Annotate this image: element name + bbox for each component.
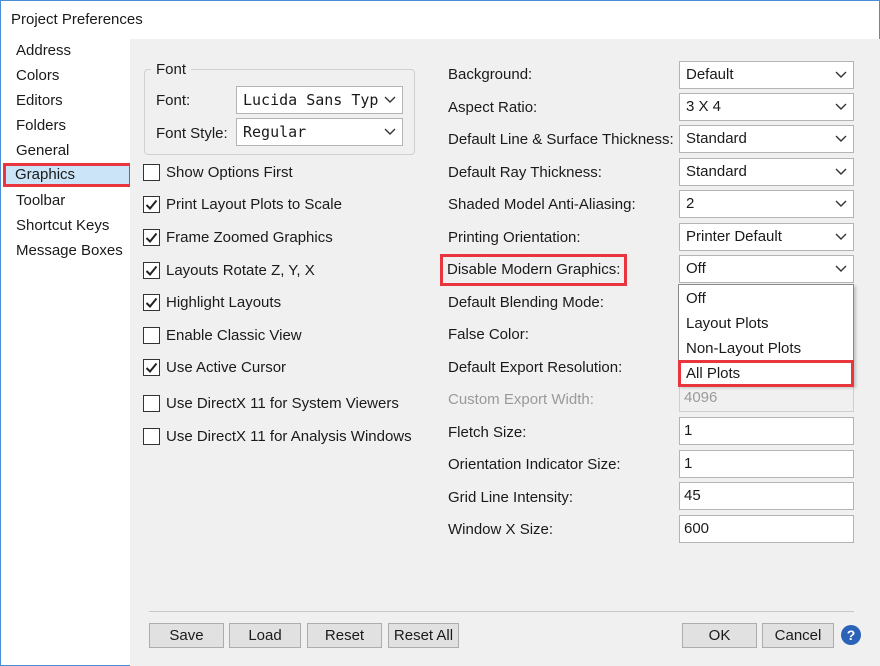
font-label: Font:	[156, 92, 191, 109]
chevron-down-icon	[835, 256, 847, 282]
printing-orientation-label: Printing Orientation:	[448, 229, 581, 246]
divider	[149, 611, 854, 612]
reset-all-button[interactable]: Reset All	[388, 623, 459, 648]
chevron-down-icon	[835, 62, 847, 88]
orientation-indicator-label: Orientation Indicator Size:	[448, 456, 621, 473]
reset-button[interactable]: Reset	[307, 623, 382, 648]
checkmark-icon	[145, 362, 158, 373]
chevron-down-icon	[384, 119, 396, 145]
anti-aliasing-label: Shaded Model Anti-Aliasing:	[448, 196, 636, 213]
sidebar-item-message-boxes[interactable]: Message Boxes	[1, 239, 131, 263]
checkbox-label: Use DirectX 11 for System Viewers	[166, 395, 399, 412]
checkbox-label: Print Layout Plots to Scale	[166, 196, 342, 213]
ray-thickness-select-value: Standard	[686, 163, 747, 180]
font-style-select[interactable]: Regular	[236, 118, 403, 146]
fletch-size-label: Fletch Size:	[448, 424, 527, 441]
chevron-down-icon	[835, 224, 847, 250]
checkbox-label: Highlight Layouts	[166, 294, 282, 311]
sidebar-item-general[interactable]: General	[1, 139, 131, 163]
checkbox-use-active-cursor[interactable]	[143, 359, 160, 376]
custom-export-width-input: 4096	[679, 384, 854, 412]
chevron-down-icon	[835, 126, 847, 152]
window-x-size-input[interactable]: 600	[679, 515, 854, 543]
chevron-down-icon	[835, 94, 847, 120]
disable-modern-graphics-select-value: Off	[686, 260, 706, 277]
help-icon[interactable]: ?	[841, 625, 861, 645]
grid-intensity-label: Grid Line Intensity:	[448, 489, 574, 506]
checkbox-layouts-rotate-zyx[interactable]	[143, 262, 160, 279]
aspect-ratio-select-value: 3 X 4	[686, 98, 722, 115]
orientation-indicator-input[interactable]: 1	[679, 450, 854, 478]
custom-export-width-label: Custom Export Width:	[448, 391, 594, 408]
fletch-size-input[interactable]: 1	[679, 417, 854, 445]
chevron-down-icon	[835, 191, 847, 217]
line-thickness-label: Default Line & Surface Thickness:	[448, 131, 674, 148]
ok-button[interactable]: OK	[682, 623, 757, 648]
font-style-label: Font Style:	[156, 125, 228, 142]
cancel-button[interactable]: Cancel	[762, 623, 834, 648]
checkbox-frame-zoomed-graphics[interactable]	[143, 229, 160, 246]
line-thickness-select-value: Standard	[686, 130, 747, 147]
checkbox-label: Frame Zoomed Graphics	[166, 229, 333, 246]
dropdown-option-off[interactable]: Off	[679, 286, 853, 311]
anti-aliasing-select[interactable]: 2	[679, 190, 854, 218]
background-label: Background:	[448, 66, 533, 83]
sidebar-item-address[interactable]: Address	[1, 39, 131, 63]
font-select[interactable]: Lucida Sans Typewriter	[236, 86, 403, 114]
checkbox-label: Use Active Cursor	[166, 359, 287, 376]
window-title: Project Preferences	[11, 11, 143, 28]
chevron-down-icon	[384, 87, 396, 113]
checkbox-directx11-analysis-windows[interactable]	[143, 428, 160, 445]
preferences-window: Project Preferences Address Colors Edito…	[0, 0, 880, 666]
checkbox-label: Enable Classic View	[166, 327, 302, 344]
aspect-ratio-select[interactable]: 3 X 4	[679, 93, 854, 121]
disable-modern-graphics-select[interactable]: Off	[679, 255, 854, 283]
disable-modern-graphics-label: Disable Modern Graphics:	[439, 254, 628, 286]
checkmark-icon	[145, 297, 158, 308]
window-x-size-label: Window X Size:	[448, 521, 554, 538]
checkmark-icon	[145, 232, 158, 243]
ray-thickness-label: Default Ray Thickness:	[448, 164, 602, 181]
aspect-ratio-label: Aspect Ratio:	[448, 99, 538, 116]
sidebar-item-shortcut-keys[interactable]: Shortcut Keys	[1, 214, 131, 238]
printing-orientation-select-value: Printer Default	[686, 228, 782, 245]
line-thickness-select[interactable]: Standard	[679, 125, 854, 153]
font-select-value: Lucida Sans Typewriter	[243, 91, 378, 109]
checkbox-highlight-layouts[interactable]	[143, 294, 160, 311]
false-color-label: False Color:	[448, 326, 529, 343]
save-button[interactable]: Save	[149, 623, 224, 648]
printing-orientation-select[interactable]: Printer Default	[679, 223, 854, 251]
dropdown-option-non-layout-plots[interactable]: Non-Layout Plots	[679, 336, 853, 361]
checkbox-label: Show Options First	[166, 164, 293, 181]
font-group-legend: Font	[151, 61, 192, 78]
sidebar-item-colors[interactable]: Colors	[1, 64, 131, 88]
export-resolution-label: Default Export Resolution:	[448, 359, 623, 376]
checkbox-enable-classic-view[interactable]	[143, 327, 160, 344]
ray-thickness-select[interactable]: Standard	[679, 158, 854, 186]
disable-modern-graphics-dropdown: Off Layout Plots Non-Layout Plots All Pl…	[678, 284, 854, 387]
blending-mode-label: Default Blending Mode:	[448, 294, 604, 311]
dropdown-option-all-plots[interactable]: All Plots	[678, 360, 854, 387]
font-style-select-value: Regular	[243, 123, 307, 141]
sidebar-item-editors[interactable]: Editors	[1, 89, 131, 113]
checkmark-icon	[145, 265, 158, 276]
background-select[interactable]: Default	[679, 61, 854, 89]
sidebar-item-toolbar[interactable]: Toolbar	[1, 189, 131, 213]
checkbox-directx11-system-viewers[interactable]	[143, 395, 160, 412]
anti-aliasing-select-value: 2	[686, 195, 695, 212]
checkbox-show-options-first[interactable]	[143, 164, 160, 181]
chevron-down-icon	[835, 159, 847, 185]
checkbox-label: Use DirectX 11 for Analysis Windows	[166, 428, 412, 445]
sidebar-item-folders[interactable]: Folders	[1, 114, 131, 138]
checkbox-print-layout-plots-to-scale[interactable]	[143, 196, 160, 213]
checkmark-icon	[145, 199, 158, 210]
checkbox-label: Layouts Rotate Z, Y, X	[166, 262, 315, 279]
background-select-value: Default	[686, 66, 734, 83]
grid-intensity-input[interactable]: 45	[679, 482, 854, 510]
sidebar-item-graphics[interactable]: Graphics	[3, 163, 132, 187]
load-button[interactable]: Load	[229, 623, 301, 648]
dropdown-option-layout-plots[interactable]: Layout Plots	[679, 311, 853, 336]
